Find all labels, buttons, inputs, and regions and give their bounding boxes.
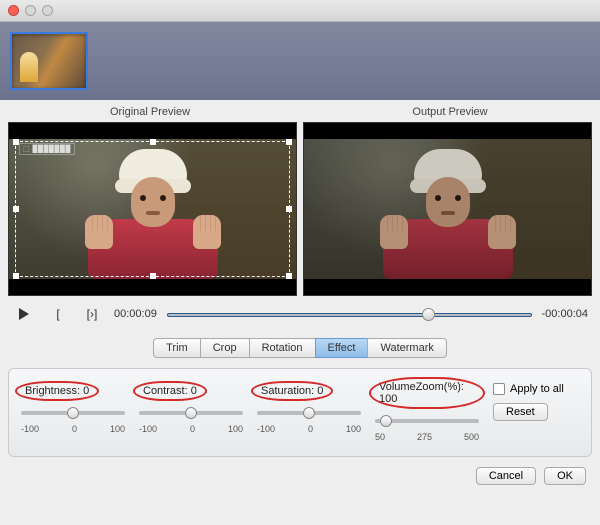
contrast-control: Contrast: 0 -1000100 — [139, 381, 243, 434]
time-current: 00:00:09 — [114, 308, 157, 320]
contrast-label: Contrast: 0 — [139, 385, 201, 397]
effect-panel: Brightness: 0 -1000100 Contrast: 0 -1000… — [8, 368, 592, 457]
tab-crop[interactable]: Crop — [200, 338, 249, 358]
minimize-icon[interactable] — [25, 5, 36, 16]
seek-thumb[interactable] — [422, 308, 435, 321]
close-icon[interactable] — [8, 5, 19, 16]
contrast-slider[interactable] — [139, 403, 243, 423]
ok-button[interactable]: OK — [544, 467, 586, 485]
output-preview — [303, 122, 592, 296]
original-preview-label: Original Preview — [0, 106, 300, 118]
seek-slider[interactable] — [167, 305, 532, 323]
zoom-icon[interactable] — [42, 5, 53, 16]
volumezoom-label: VolumeZoom(%): 100 — [375, 381, 479, 405]
crop-region[interactable] — [15, 141, 290, 277]
output-preview-label: Output Preview — [300, 106, 600, 118]
reset-button[interactable]: Reset — [493, 403, 548, 421]
window-titlebar — [0, 0, 600, 22]
apply-to-all-checkbox[interactable]: Apply to all — [493, 383, 564, 395]
tab-effect[interactable]: Effect — [315, 338, 368, 358]
play-button[interactable] — [12, 304, 36, 324]
saturation-slider[interactable] — [257, 403, 361, 423]
mark-out-button[interactable]: [›] — [80, 304, 104, 324]
original-preview[interactable]: ⬚ ███████ — [8, 122, 297, 296]
tab-watermark[interactable]: Watermark — [367, 338, 446, 358]
mark-in-button[interactable]: [ — [46, 304, 70, 324]
brightness-slider[interactable] — [21, 403, 125, 423]
volumezoom-control: VolumeZoom(%): 100 50275500 — [375, 381, 479, 442]
brightness-control: Brightness: 0 -1000100 — [21, 381, 125, 434]
clip-thumbnail-strip — [0, 22, 600, 100]
volumezoom-slider[interactable] — [375, 411, 479, 431]
brightness-label: Brightness: 0 — [21, 385, 93, 397]
tab-rotation[interactable]: Rotation — [249, 338, 315, 358]
edit-tabbar: Trim Crop Rotation Effect Watermark — [0, 338, 600, 358]
tab-trim[interactable]: Trim — [153, 338, 200, 358]
clip-thumbnail[interactable] — [10, 32, 88, 90]
cancel-button[interactable]: Cancel — [476, 467, 536, 485]
time-remaining: -00:00:04 — [542, 308, 588, 320]
saturation-control: Saturation: 0 -1000100 — [257, 381, 361, 434]
saturation-label: Saturation: 0 — [257, 385, 327, 397]
